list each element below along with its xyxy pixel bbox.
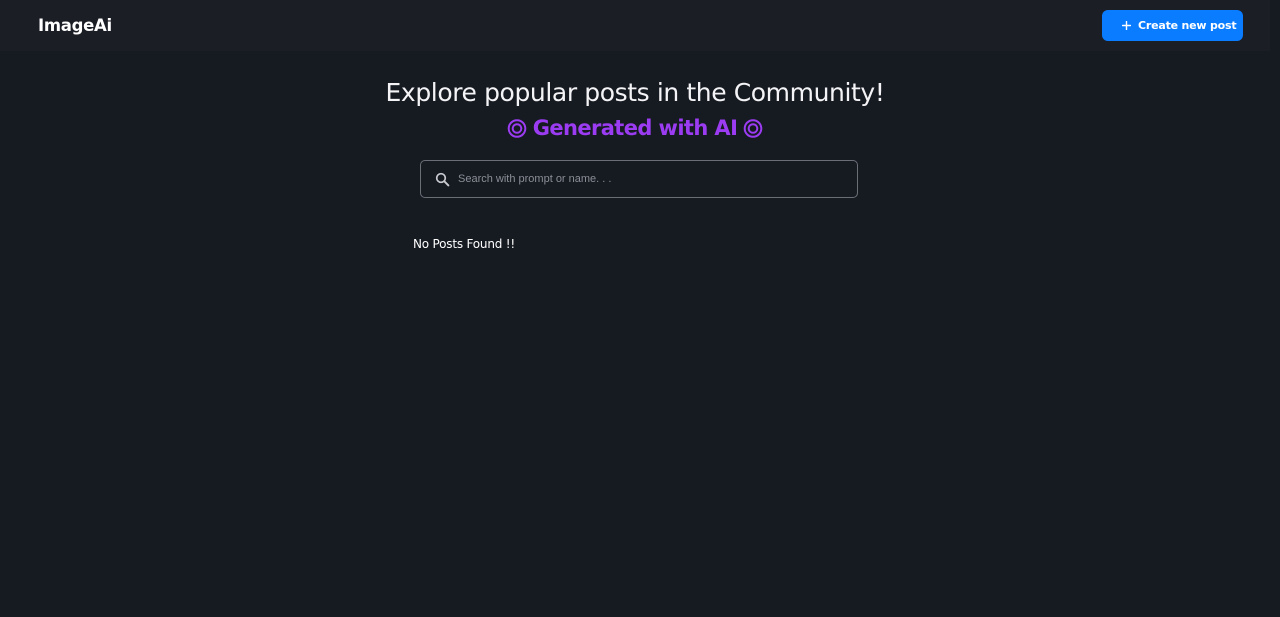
navbar: ImageAi Create new post [0, 0, 1270, 51]
target-icon [743, 118, 763, 138]
create-new-post-button[interactable]: Create new post [1102, 10, 1243, 41]
page: ImageAi Create new post Explore popular … [0, 0, 1280, 617]
plus-icon [1122, 21, 1131, 30]
search-icon [435, 172, 450, 187]
create-new-post-label: Create new post [1138, 19, 1237, 32]
target-icon [507, 118, 527, 138]
no-posts-message: No Posts Found !! [413, 237, 515, 251]
page-scrollbar[interactable] [1270, 0, 1280, 617]
page-subtitle: Generated with AI [0, 111, 1270, 145]
logo[interactable]: ImageAi [38, 16, 112, 35]
hero: Explore popular posts in the Community! … [0, 75, 1270, 145]
page-title: Explore popular posts in the Community! [385, 78, 885, 107]
search-box[interactable] [420, 160, 858, 198]
search-input[interactable] [458, 173, 857, 185]
subtitle-text: Generated with AI [532, 116, 738, 140]
